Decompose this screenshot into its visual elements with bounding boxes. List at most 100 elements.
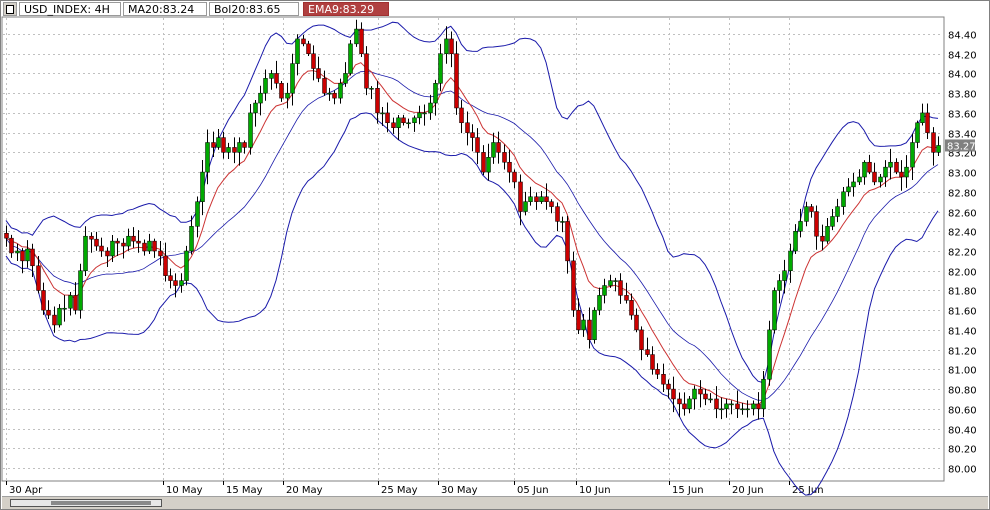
candle-body [841, 191, 846, 207]
candle-body [412, 117, 417, 124]
candle-body [158, 250, 163, 257]
candle-body [613, 280, 618, 282]
x-tick-label: 30 May [441, 485, 478, 496]
candle-body [99, 245, 104, 252]
price-chart[interactable]: 84.4084.2084.0083.8083.6083.4083.2083.00… [1, 1, 989, 496]
candle-body [152, 240, 157, 252]
candle-body [15, 250, 20, 254]
candle-body [173, 280, 178, 286]
candle-body [406, 122, 411, 125]
candle-body [62, 307, 67, 310]
candle-body [804, 206, 809, 222]
candle-body [592, 309, 597, 341]
candle-body [878, 176, 883, 183]
horizontal-scrollbar[interactable] [2, 496, 988, 509]
candle-body [216, 137, 221, 148]
candle-body [740, 408, 745, 411]
x-tick-label: 25 May [381, 485, 418, 496]
candle-body [332, 92, 337, 99]
y-tick-label: 83.40 [948, 130, 977, 141]
candle-body [73, 295, 78, 311]
candle-body [698, 388, 703, 395]
candle-body [348, 43, 353, 74]
candle-body [544, 196, 549, 202]
candle-body [338, 83, 343, 99]
candle-body [857, 176, 862, 183]
candle-body [539, 196, 544, 202]
candle-body [872, 171, 877, 183]
candle-body [115, 240, 120, 244]
candle-body [745, 408, 750, 411]
candle-body [936, 145, 941, 153]
candle-body [714, 398, 719, 410]
y-tick-label: 84.20 [948, 51, 977, 62]
candle-body [131, 235, 136, 242]
ma20-line [5, 62, 939, 406]
candle-body [687, 398, 692, 410]
candle-body [475, 137, 480, 153]
candle-body [258, 92, 263, 104]
candle-body [846, 186, 851, 193]
candle-body [549, 201, 554, 207]
candles [4, 19, 941, 420]
candle-body [729, 403, 734, 406]
candle-body [481, 152, 486, 173]
bollinger-mid-line [5, 71, 939, 401]
chart-window-icon[interactable] [3, 2, 17, 16]
y-tick-label: 82.80 [948, 189, 977, 200]
candle-body [761, 378, 766, 410]
candle-body [608, 280, 613, 286]
candle-body [571, 260, 576, 311]
candle-body [915, 122, 920, 143]
candle-body [438, 53, 443, 84]
candle-body [343, 73, 348, 84]
indicator-header: USD_INDEX: 4H MA20:83.24 Bol20:83.65 EMA… [1, 1, 989, 17]
candle-body [444, 38, 449, 54]
candle-body [46, 309, 51, 316]
candle-body [528, 196, 533, 202]
candle-body [798, 221, 803, 232]
scrollbar-thumb[interactable] [10, 499, 162, 507]
ema-line [5, 62, 939, 406]
candle-body [904, 166, 909, 178]
candle-body [263, 78, 268, 94]
y-tick-label: 80.80 [948, 386, 977, 397]
candle-body [512, 171, 517, 183]
symbol-label: USD_INDEX: 4H [19, 2, 121, 16]
candle-body [369, 88, 374, 90]
candle-body [168, 275, 173, 281]
candle-body [767, 329, 772, 380]
candle-body [301, 38, 306, 45]
ema-label: EMA9:83.29 [303, 2, 389, 16]
candle-body [507, 161, 512, 173]
candle-body [555, 206, 560, 222]
candle-body [41, 290, 46, 311]
candle-body [602, 285, 607, 296]
candle-body [703, 393, 708, 400]
candle-body [253, 102, 258, 114]
candle-body [391, 122, 396, 128]
y-tick-label: 80.20 [948, 445, 977, 456]
candle-body [671, 388, 676, 400]
candle-body [518, 181, 523, 212]
candle-body [883, 166, 888, 178]
candle-body [825, 226, 830, 242]
candle-body [184, 250, 189, 281]
current-price-tag: 83.27 [945, 139, 976, 152]
y-tick-label: 82.60 [948, 209, 977, 220]
candle-body [560, 221, 565, 223]
candle-body [237, 142, 242, 153]
candle-body [459, 107, 464, 124]
candle-body [226, 147, 231, 153]
price-axis: 84.4084.2084.0083.8083.6083.4083.2083.00… [948, 31, 977, 476]
y-tick-label: 81.20 [948, 347, 977, 358]
y-tick-label: 82.20 [948, 248, 977, 259]
candle-body [179, 280, 184, 286]
candle-body [682, 403, 687, 410]
candle-body [316, 68, 321, 79]
ma-label: MA20:83.24 [123, 2, 207, 16]
candle-body [581, 319, 586, 331]
candle-body [380, 112, 385, 115]
candle-body [89, 235, 94, 240]
x-tick-label: 15 Jun [672, 485, 704, 496]
